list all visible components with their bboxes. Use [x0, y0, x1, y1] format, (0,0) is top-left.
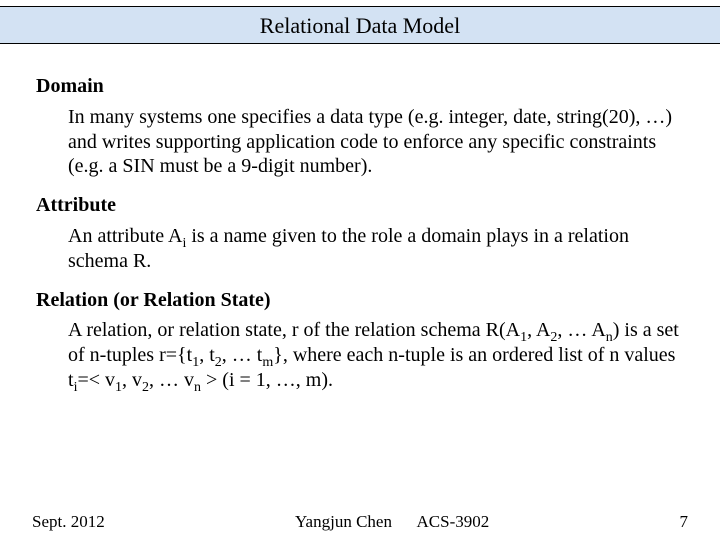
footer-date: Sept. 2012 [32, 512, 105, 532]
slide-content: Domain In many systems one specifies a d… [0, 44, 720, 393]
footer-page: 7 [679, 512, 688, 532]
slide-title-bar: Relational Data Model [0, 6, 720, 44]
body-attribute: An attribute Ai is a name given to the r… [68, 224, 684, 274]
body-relation: A relation, or relation state, r of the … [68, 318, 684, 392]
footer-center: Yangjun Chen ACS-3902 [295, 512, 489, 532]
footer-author: Yangjun Chen [295, 512, 392, 531]
slide-title: Relational Data Model [260, 13, 460, 38]
heading-domain: Domain [36, 74, 684, 99]
body-domain: In many systems one specifies a data typ… [68, 105, 684, 179]
slide-footer: Sept. 2012 Yangjun Chen ACS-3902 7 [0, 512, 720, 532]
heading-relation: Relation (or Relation State) [36, 288, 684, 313]
footer-course: ACS-3902 [417, 512, 490, 531]
heading-attribute: Attribute [36, 193, 684, 218]
